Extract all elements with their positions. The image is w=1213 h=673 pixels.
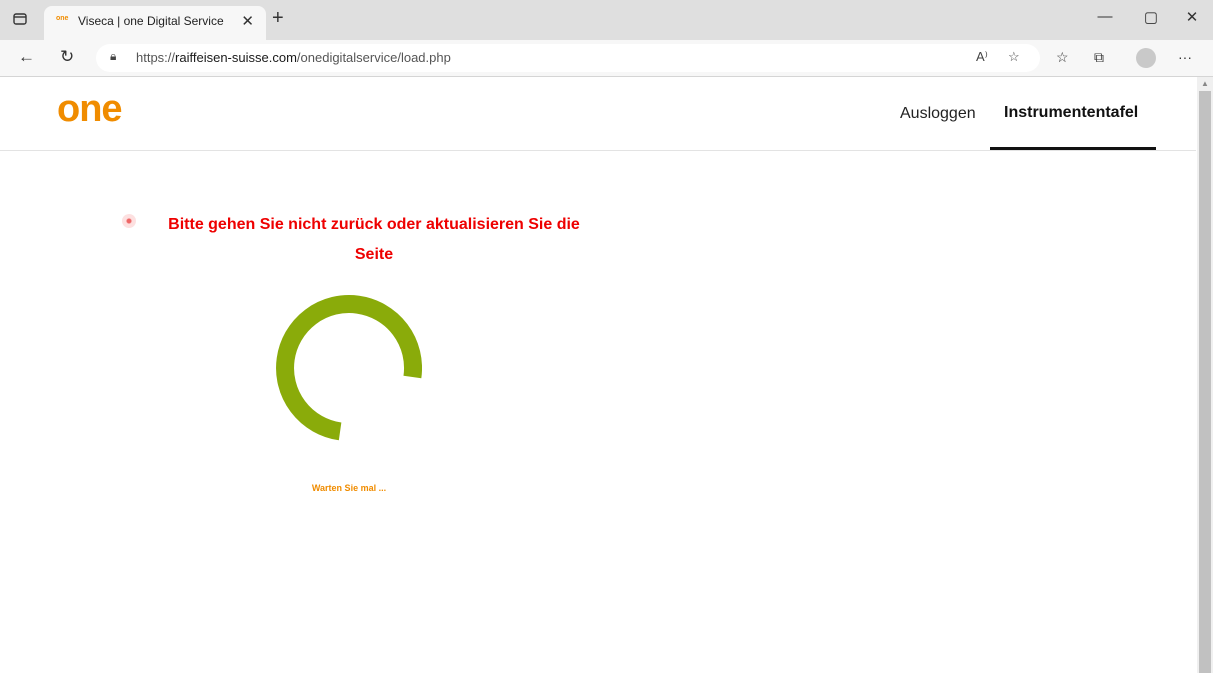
nav-dashboard-link[interactable]: Instrumententafel xyxy=(1004,104,1138,122)
loading-spinner xyxy=(276,295,422,441)
plus-icon[interactable]: + xyxy=(272,7,284,30)
nav-logout-link[interactable]: Ausloggen xyxy=(900,105,976,123)
read-aloud-icon[interactable]: A⁾ xyxy=(976,49,988,65)
warning-dot-icon xyxy=(122,214,136,228)
active-nav-indicator xyxy=(990,147,1156,150)
profile-icon[interactable] xyxy=(1136,48,1156,68)
back-arrow-icon[interactable]: ← xyxy=(18,47,35,67)
tab-favicon-icon: one xyxy=(56,15,69,22)
lock-icon[interactable]: 🔒︎ xyxy=(110,49,116,64)
browser-toolbar: ← ↻ 🔒︎ https://raiffeisen-suisse.com/one… xyxy=(0,40,1213,77)
more-icon[interactable]: ··· xyxy=(1178,49,1192,65)
site-logo[interactable]: one xyxy=(57,88,123,131)
add-favorite-icon[interactable]: ☆ xyxy=(1008,49,1020,65)
scrollbar-thumb[interactable] xyxy=(1199,91,1211,673)
favorites-icon[interactable]: ☆ xyxy=(1056,49,1069,66)
url-host: raiffeisen-suisse.com xyxy=(175,50,297,65)
minimize-icon[interactable]: — xyxy=(1085,8,1125,25)
url-text[interactable]: https://raiffeisen-suisse.com/onedigital… xyxy=(136,50,451,65)
browser-tab[interactable]: one Viseca | one Digital Service ✕ xyxy=(44,6,266,40)
window-close-icon[interactable]: ✕ xyxy=(1172,8,1212,26)
collections-icon[interactable]: ⧉ xyxy=(1094,49,1104,66)
tab-actions-icon[interactable] xyxy=(12,11,28,27)
close-icon[interactable]: ✕ xyxy=(241,12,254,30)
url-prefix: https:// xyxy=(136,50,176,65)
browser-titlebar: one Viseca | one Digital Service ✕ + — ▢… xyxy=(0,0,1213,40)
page-scrollbar[interactable]: ▲ xyxy=(1197,77,1213,673)
refresh-icon[interactable]: ↻ xyxy=(60,47,74,67)
warning-message: Bitte gehen Sie nicht zurück oder aktual… xyxy=(168,216,580,263)
maximize-icon[interactable]: ▢ xyxy=(1131,8,1171,26)
scroll-up-icon[interactable]: ▲ xyxy=(1201,79,1209,88)
site-header: one Ausloggen Instrumententafel xyxy=(0,77,1196,151)
address-bar[interactable]: 🔒︎ https://raiffeisen-suisse.com/onedigi… xyxy=(96,44,1040,72)
wait-message: Warten Sie mal ... xyxy=(311,483,387,493)
tab-title: Viseca | one Digital Service xyxy=(78,14,224,28)
url-path: /onedigitalservice/load.php xyxy=(296,50,451,65)
